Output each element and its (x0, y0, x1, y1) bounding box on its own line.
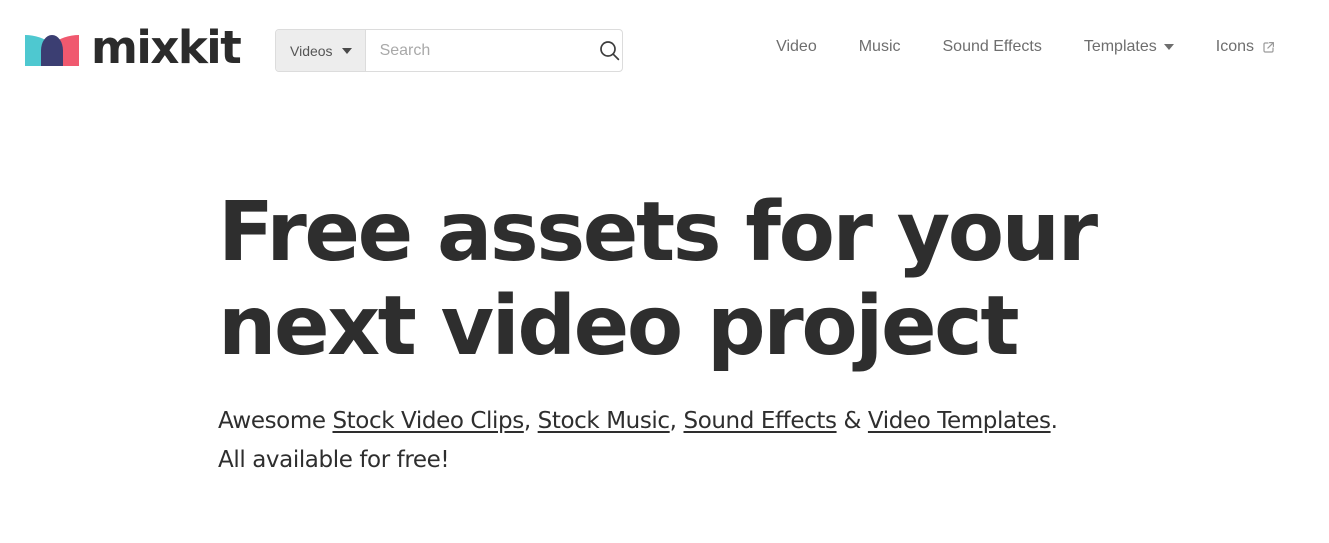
chevron-down-icon (1163, 44, 1174, 50)
nav-item-label: Sound Effects (942, 38, 1042, 55)
main-navigation: Video Music Sound Effects Templates Icon… (755, 38, 1297, 56)
link-stock-music[interactable]: Stock Music (538, 408, 670, 434)
hero-section: Free assets for your next video project … (218, 186, 1218, 480)
hero-subtitle-line-2: All available for free! (218, 447, 450, 473)
link-stock-video-clips[interactable]: Stock Video Clips (332, 408, 524, 434)
chevron-down-icon (341, 47, 352, 54)
nav-item-video[interactable]: Video (755, 38, 838, 56)
nav-item-label: Templates (1083, 38, 1157, 55)
subtitle-separator: & (836, 408, 868, 434)
subtitle-lead-text: Awesome (218, 408, 333, 434)
nav-item-label: Video (776, 38, 817, 55)
page-title: Free assets for your next video project (218, 186, 1218, 374)
hero-subtitle-line-1: Awesome Stock Video Clips, Stock Music, … (218, 402, 1218, 441)
subtitle-separator: , (523, 408, 538, 434)
search-scope-dropdown[interactable]: Videos (276, 30, 366, 71)
subtitle-separator: , (669, 408, 684, 434)
site-header: mixkit Videos Video Music Sound Effects (0, 0, 1329, 101)
external-link-icon (1261, 40, 1276, 55)
search-scope-label: Videos (290, 42, 333, 59)
search-input[interactable] (365, 30, 597, 71)
subtitle-tail-text: . (1050, 408, 1058, 434)
page-title-line-1: Free assets for your (218, 185, 1098, 280)
search-bar: Videos (275, 29, 623, 72)
page-title-line-2: next video project (218, 279, 1020, 374)
nav-item-templates[interactable]: Templates (1063, 38, 1195, 56)
hero-subtitle: Awesome Stock Video Clips, Stock Music, … (218, 402, 1218, 480)
site-logo[interactable]: mixkit (25, 20, 242, 74)
logo-wordmark: mixkit (91, 20, 242, 74)
link-sound-effects[interactable]: Sound Effects (684, 408, 837, 434)
search-button[interactable] (597, 30, 622, 71)
link-video-templates[interactable]: Video Templates (868, 408, 1051, 434)
nav-item-sound-effects[interactable]: Sound Effects (922, 38, 1063, 56)
nav-item-icons[interactable]: Icons (1195, 38, 1297, 56)
search-icon (599, 40, 620, 61)
nav-item-label: Icons (1215, 38, 1254, 55)
nav-item-music[interactable]: Music (838, 38, 922, 56)
mixkit-logo-icon (25, 34, 79, 66)
logo-petal-overlap (41, 34, 63, 66)
nav-item-label: Music (858, 38, 901, 55)
